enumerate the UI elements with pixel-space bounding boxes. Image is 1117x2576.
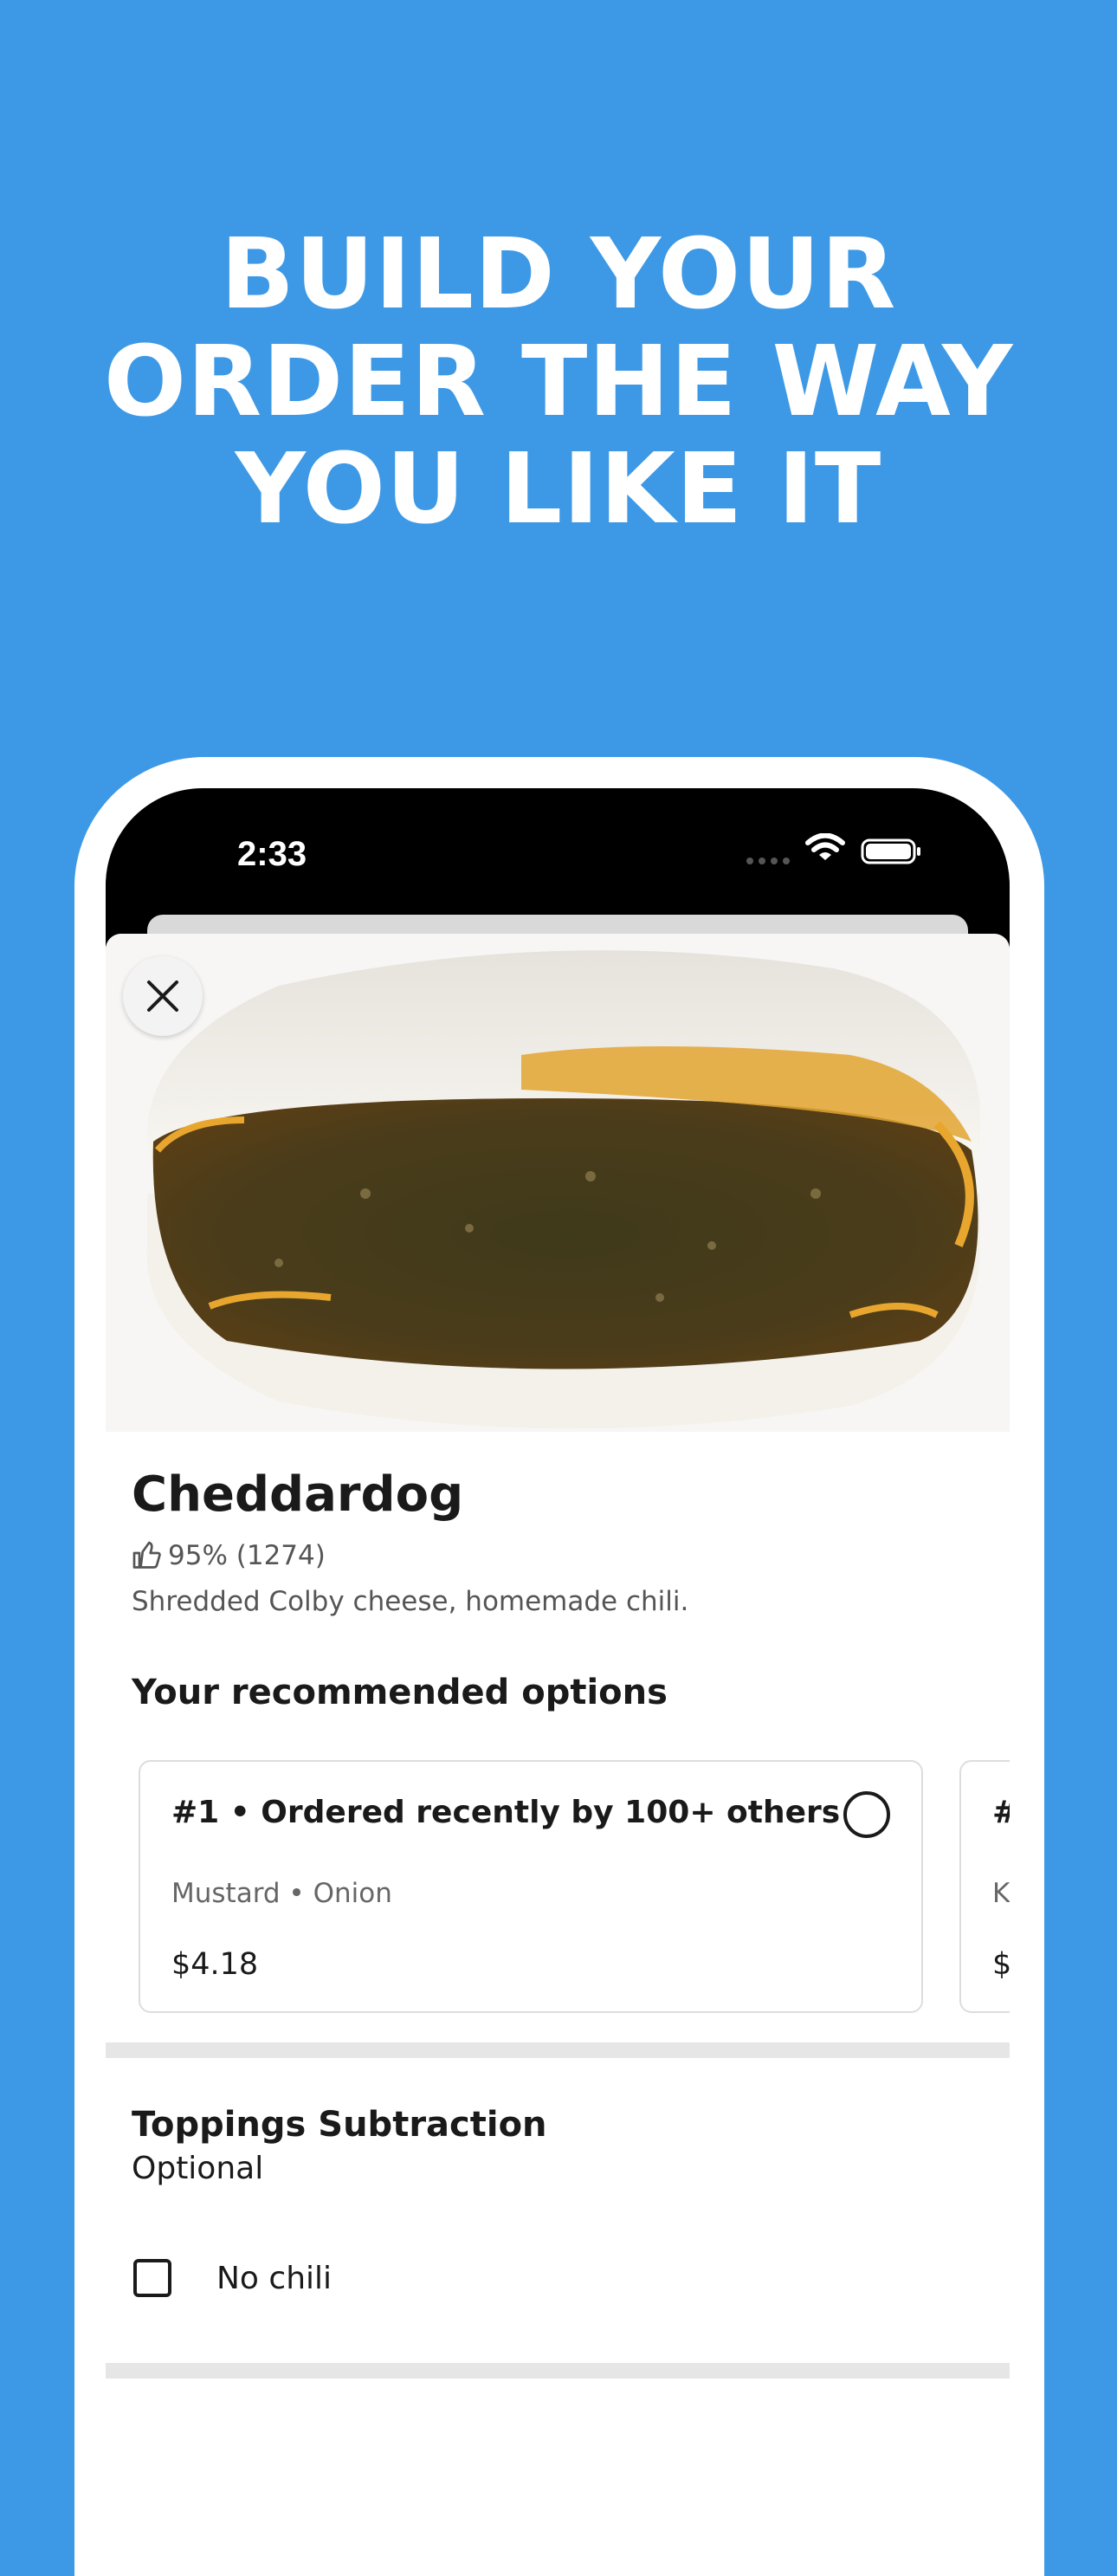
option-title: # (992, 1795, 1010, 1830)
item-photo (106, 934, 1010, 1432)
item-description: Shredded Colby cheese, homemade chili. (132, 1586, 689, 1617)
section-divider (106, 2363, 1010, 2379)
toppings-subtraction-title: Toppings Subtraction (132, 2105, 547, 2145)
close-icon (147, 981, 178, 1012)
option-radio[interactable] (843, 1791, 890, 1838)
recommended-option-card[interactable]: # K $ (959, 1760, 1010, 2013)
hot-dog-image (146, 950, 981, 1429)
option-price: $4.18 (171, 1947, 259, 1982)
topping-choice-row[interactable]: No chili (132, 2259, 332, 2297)
status-time: 2:33 (237, 835, 307, 873)
battery-icon (861, 838, 920, 864)
toppings-subtraction-subtitle: Optional (132, 2151, 264, 2186)
cellular-signal-icon (746, 858, 790, 864)
promo-headline-line-3: YOU LIKE IT (235, 433, 882, 546)
rating-text: 95% (1274) (168, 1540, 326, 1571)
close-button[interactable] (123, 956, 203, 1036)
promo-headline-line-1: BUILD YOUR (220, 218, 897, 331)
topping-checkbox[interactable] (133, 2259, 171, 2297)
option-title: #1 • Ordered recently by 100+ others (171, 1795, 841, 1830)
topping-choice-label: No chili (216, 2260, 333, 2296)
thumbs-up-icon (132, 1541, 161, 1569)
rating-row: 95% (1274) (132, 1540, 326, 1571)
promo-headline-line-2: ORDER THE WAY (103, 326, 1014, 438)
item-title: Cheddardog (132, 1466, 464, 1523)
option-detail: K (992, 1878, 1010, 1909)
item-detail-sheet: Cheddardog 95% (1274) Shredded Colby che… (106, 934, 1010, 2434)
recommended-options-heading: Your recommended options (132, 1673, 668, 1712)
option-detail: Mustard • Onion (171, 1878, 392, 1909)
recommended-option-card[interactable]: #1 • Ordered recently by 100+ others Mus… (139, 1760, 923, 2013)
promo-headline: BUILD YOUR ORDER THE WAY YOU LIKE IT (0, 221, 1117, 543)
option-price: $ (992, 1947, 1010, 1982)
phone-screen: 2:33 Cheddardog 95% (1274) Shredded Colb… (106, 788, 1010, 2434)
wifi-icon (805, 833, 845, 860)
section-divider (106, 2042, 1010, 2058)
